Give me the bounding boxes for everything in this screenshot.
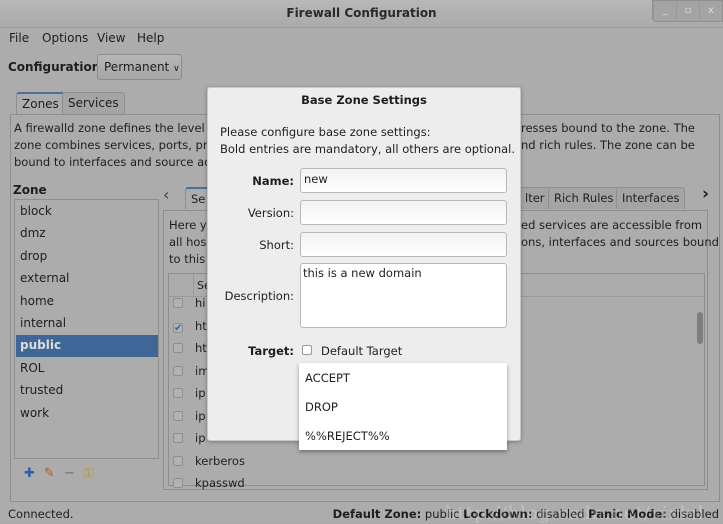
zones-description: bound to interfaces and source addr (14, 155, 224, 169)
default-target-checkbox[interactable] (302, 345, 312, 355)
zone-list: block dmz drop external home internal public RO… (14, 199, 159, 459)
dialog-title: Base Zone Settings (301, 93, 427, 107)
services-description: all hos (169, 235, 207, 249)
tab-rich-rules[interactable]: Rich Rules (548, 187, 620, 209)
default-zone-label: Default Zone: (332, 507, 422, 521)
default-target-label[interactable]: Default Target (321, 344, 402, 358)
service-name: ip (195, 408, 206, 423)
service-row[interactable]: ip (173, 431, 206, 445)
service-checkbox[interactable] (173, 410, 183, 421)
configuration-value: Permanent (104, 60, 170, 74)
zones-description: A firewalld zone defines the level o (14, 121, 216, 135)
menu-view[interactable]: View (97, 31, 125, 45)
service-row[interactable]: ht (173, 341, 207, 355)
zone-item-public[interactable]: public (16, 335, 158, 358)
minimize-button[interactable]: _ (653, 1, 676, 21)
name-label: Name: (252, 174, 294, 188)
configuration-select[interactable]: Permanent ∨ (97, 54, 182, 80)
watermark: http://blog.csdn.net/xixlxl (445, 503, 705, 524)
service-row[interactable]: hi (173, 296, 205, 310)
dialog-note: Bold entries are mandatory, all others a… (220, 142, 516, 156)
zone-item-dmz[interactable]: dmz (16, 223, 158, 245)
close-button[interactable]: x (699, 1, 722, 21)
service-checkbox[interactable] (173, 478, 183, 488)
zones-description: zone combines services, ports, prot (14, 138, 219, 152)
zone-item-ROL[interactable]: ROL (16, 358, 158, 380)
name-input[interactable]: new (300, 168, 507, 193)
target-option-reject[interactable]: %%REJECT%% (305, 429, 390, 443)
chevron-left-icon[interactable]: ‹ (163, 185, 169, 204)
service-checkbox[interactable] (173, 455, 183, 466)
remove-zone-icon[interactable]: − (64, 466, 75, 481)
service-checkbox[interactable] (173, 433, 183, 443)
menu-options[interactable]: Options (42, 31, 88, 45)
service-name: ip (195, 386, 206, 400)
tab-services-zone[interactable]: Se (185, 187, 209, 209)
description-label: Description: (224, 289, 294, 303)
services-description: to this (169, 252, 206, 266)
chevron-right-icon[interactable]: › (702, 184, 709, 204)
target-option-drop[interactable]: DROP (305, 400, 338, 414)
connection-status: Connected. (8, 507, 74, 521)
menu-file[interactable]: File (9, 31, 29, 45)
version-input[interactable] (300, 200, 507, 225)
services-scrollbar[interactable] (697, 312, 703, 344)
zone-item-work[interactable]: work (16, 403, 158, 425)
zone-header: Zone (13, 183, 47, 197)
service-name: ht (195, 341, 207, 355)
load-defaults-icon[interactable]: ⚿ (84, 466, 94, 481)
tab-icmp-filter[interactable]: lter (520, 187, 551, 209)
tab-interfaces[interactable]: Interfaces (616, 187, 685, 209)
version-label: Version: (247, 206, 294, 220)
target-option-accept[interactable]: ACCEPT (305, 371, 350, 385)
service-row[interactable]: ip (173, 386, 206, 400)
zones-description: resses bound to the zone. The (521, 121, 695, 135)
zone-item-external[interactable]: external (16, 268, 158, 290)
service-checkbox[interactable]: ✔ (173, 322, 183, 333)
service-checkbox[interactable] (173, 388, 183, 398)
service-row[interactable]: ip (173, 409, 206, 423)
service-row[interactable]: im (173, 364, 209, 378)
service-checkbox[interactable] (173, 365, 183, 376)
tab-services[interactable]: Services (62, 92, 125, 114)
service-row[interactable]: ✔ ht (173, 319, 207, 333)
service-checkbox[interactable] (173, 343, 183, 353)
service-name: ip (195, 431, 206, 445)
configuration-label: Configuration: (8, 60, 106, 74)
zone-item-trusted[interactable]: trusted (16, 380, 158, 402)
zone-item-block[interactable]: block (16, 201, 158, 223)
zone-item-home[interactable]: home (16, 291, 158, 313)
service-name: kpasswd (195, 476, 245, 490)
dialog-intro: Please configure base zone settings: (220, 125, 431, 139)
short-input[interactable] (300, 232, 507, 257)
service-name: ht (195, 318, 207, 333)
zone-item-internal[interactable]: internal (16, 313, 158, 335)
target-dropdown-menu: ACCEPT DROP %%REJECT%% (299, 363, 507, 450)
zone-item-drop[interactable]: drop (16, 246, 158, 268)
window-title: Firewall Configuration (286, 6, 437, 20)
maximize-button[interactable]: ▫ (676, 1, 699, 21)
tab-zones[interactable]: Zones (16, 92, 65, 114)
service-row[interactable]: kerberos (173, 454, 245, 468)
services-description: Here y (169, 218, 207, 232)
services-description: ons, interfaces and sources bound (521, 235, 719, 249)
short-label: Short: (259, 238, 294, 252)
service-row[interactable]: kpasswd (173, 476, 245, 490)
services-description: ed services are accessible from (521, 218, 703, 232)
add-zone-icon[interactable]: ✚ (24, 466, 35, 481)
zones-description: nd rich rules. The zone can be (521, 138, 695, 152)
target-label: Target: (248, 344, 294, 358)
menu-help[interactable]: Help (137, 31, 164, 45)
service-name: hi (195, 296, 206, 310)
chevron-down-icon: ∨ (173, 64, 180, 74)
edit-zone-icon[interactable]: ✎ (44, 466, 55, 481)
window-controls: _ ▫ x (652, 0, 723, 22)
description-textarea[interactable]: this is a new domain (300, 263, 507, 328)
service-name: kerberos (195, 453, 245, 468)
service-checkbox[interactable] (173, 298, 183, 308)
